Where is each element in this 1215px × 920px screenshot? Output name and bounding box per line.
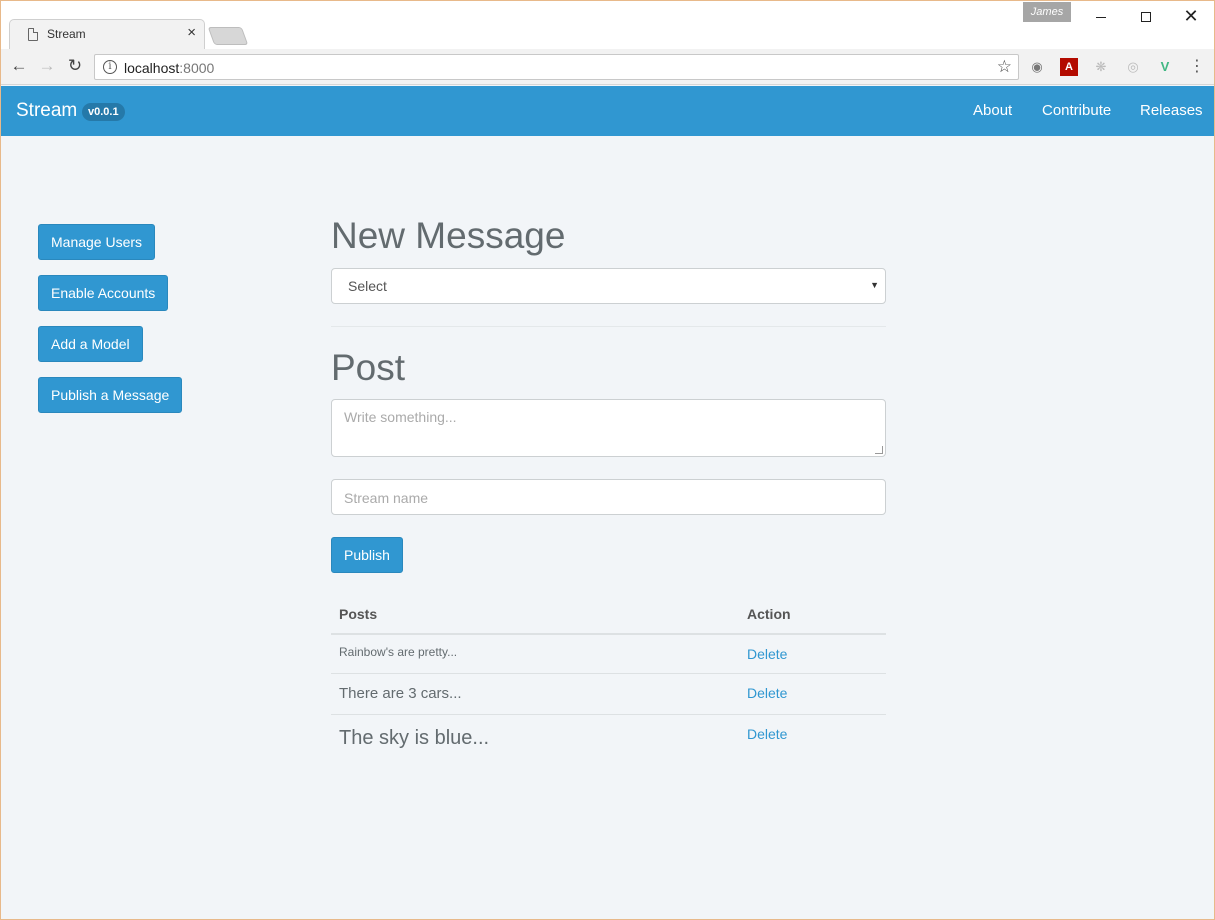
action-column-header: Action — [747, 606, 791, 622]
forward-arrow-icon[interactable]: → — [37, 56, 57, 76]
table-row-post: There are 3 cars... — [339, 685, 462, 702]
table-row-post: The sky is blue... — [339, 727, 490, 749]
profile-badge[interactable]: James — [1023, 2, 1071, 22]
posts-column-header: Posts — [339, 606, 378, 622]
table-row-post: Rainbow's are pretty... — [339, 645, 458, 659]
version-badge: v0.0.1 — [82, 103, 125, 121]
new-message-heading: New Message — [331, 215, 566, 256]
table-row-border — [331, 673, 886, 674]
brand-link[interactable]: Stream — [16, 100, 77, 122]
url-text: localhost:8000 — [124, 60, 214, 76]
maximize-button[interactable] — [1126, 5, 1166, 27]
browser-toolbar: ← → ↻ i localhost:8000 ☆ ◉ A ❋ ◎ V ⋮ — [1, 49, 1214, 85]
post-textarea[interactable]: Write something... — [331, 399, 886, 457]
url-host: localhost — [124, 60, 180, 76]
section-divider — [331, 326, 886, 327]
table-header-border — [331, 633, 886, 635]
app-navbar: Stream v0.0.1 About Contribute Releases — [1, 86, 1214, 136]
address-bar[interactable]: i localhost:8000 ☆ — [94, 54, 1019, 80]
back-arrow-icon[interactable]: ← — [9, 56, 29, 76]
bookmark-star-icon[interactable]: ☆ — [997, 57, 1012, 77]
resize-handle-icon[interactable] — [875, 446, 883, 454]
message-type-select[interactable]: Select ▼ — [331, 268, 886, 304]
new-tab-button[interactable] — [207, 27, 249, 45]
browser-tab[interactable]: Stream × — [9, 19, 205, 49]
url-port: :8000 — [179, 60, 215, 76]
reload-icon[interactable]: ↻ — [65, 56, 85, 76]
add-model-button[interactable]: Add a Model — [38, 326, 143, 362]
page-icon — [28, 28, 38, 41]
camera-extension-icon[interactable]: ◉ — [1028, 58, 1046, 76]
nav-about-link[interactable]: About — [973, 102, 1012, 119]
tab-close-icon[interactable]: × — [187, 24, 196, 41]
nav-releases-link[interactable]: Releases — [1140, 102, 1203, 119]
info-icon[interactable]: i — [103, 60, 117, 74]
delete-link[interactable]: Delete — [747, 685, 787, 701]
select-value: Select — [348, 278, 387, 294]
stream-name-input[interactable]: Stream name — [331, 479, 886, 515]
manage-users-button[interactable]: Manage Users — [38, 224, 156, 260]
delete-link[interactable]: Delete — [747, 646, 787, 662]
browser-titlebar: Stream × James ✕ — [1, 1, 1214, 49]
publish-button[interactable]: Publish — [331, 537, 403, 573]
maximize-icon — [1141, 12, 1151, 23]
window-close-button[interactable]: ✕ — [1171, 5, 1211, 27]
stream-name-placeholder: Stream name — [344, 490, 429, 506]
enable-accounts-button[interactable]: Enable Accounts — [38, 275, 169, 311]
textarea-placeholder: Write something... — [344, 409, 457, 425]
post-heading: Post — [331, 347, 406, 388]
browser-menu-icon[interactable]: ⋮ — [1188, 58, 1206, 76]
minimize-button[interactable] — [1081, 5, 1121, 27]
table-row-border — [331, 714, 886, 715]
caret-down-icon: ▼ — [870, 280, 879, 290]
nav-contribute-link[interactable]: Contribute — [1042, 102, 1111, 119]
vue-devtools-icon[interactable]: V — [1156, 58, 1174, 76]
minimize-icon — [1096, 16, 1106, 18]
publish-message-button[interactable]: Publish a Message — [38, 377, 183, 413]
delete-link[interactable]: Delete — [747, 726, 787, 742]
tab-title: Stream — [47, 27, 86, 41]
pdf-extension-icon[interactable]: A — [1060, 58, 1078, 76]
react-devtools-icon[interactable]: ❋ — [1092, 58, 1110, 76]
ring-extension-icon[interactable]: ◎ — [1124, 58, 1142, 76]
